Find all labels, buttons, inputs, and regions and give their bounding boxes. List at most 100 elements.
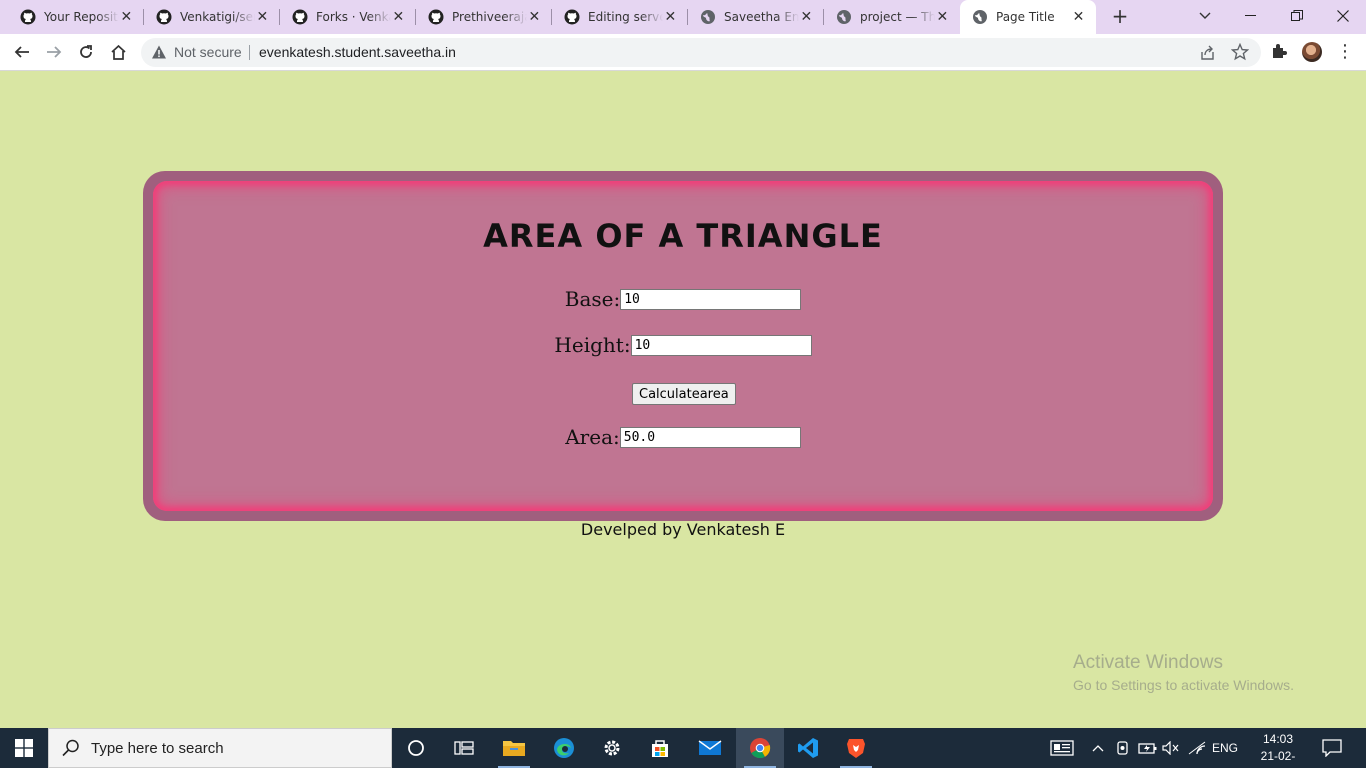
chrome-icon[interactable] bbox=[736, 728, 784, 768]
close-icon[interactable]: ✕ bbox=[255, 9, 270, 25]
search-placeholder: Type here to search bbox=[91, 739, 224, 757]
share-icon[interactable] bbox=[1199, 44, 1216, 61]
minimize-icon bbox=[1245, 15, 1256, 16]
task-view-icon[interactable] bbox=[440, 728, 488, 768]
tab-prethiveerajan[interactable]: Prethiveerajan ✕ bbox=[408, 0, 552, 34]
restore-button[interactable] bbox=[1274, 0, 1320, 32]
calculate-area-button[interactable]: Calculatearea bbox=[632, 383, 736, 405]
chevron-down-icon bbox=[1199, 12, 1211, 19]
tab-search-button[interactable] bbox=[1182, 0, 1228, 32]
brave-icon[interactable] bbox=[832, 728, 880, 768]
tab-title: Saveetha Engineering bbox=[724, 10, 799, 24]
minimize-button[interactable] bbox=[1228, 0, 1274, 32]
vscode-icon[interactable] bbox=[784, 728, 832, 768]
profile-avatar[interactable] bbox=[1302, 42, 1322, 62]
tab-project[interactable]: project — The ✕ bbox=[816, 0, 960, 34]
globe-icon bbox=[972, 9, 988, 25]
taskbar-search-box[interactable]: Type here to search bbox=[48, 728, 392, 768]
tab-title: Prethiveerajan bbox=[452, 10, 527, 24]
cortana-icon[interactable] bbox=[392, 728, 440, 768]
news-widget-icon[interactable] bbox=[1050, 728, 1074, 768]
activate-windows-watermark: Activate Windows Go to Settings to activ… bbox=[1073, 652, 1294, 693]
close-window-button[interactable] bbox=[1320, 0, 1366, 32]
github-icon bbox=[20, 9, 36, 25]
calculator-card: AREA OF A TRIANGLE Base: Height: Calcula… bbox=[143, 171, 1223, 521]
watermark-subtitle: Go to Settings to activate Windows. bbox=[1073, 677, 1294, 693]
windows-taskbar: Type here to search ENG 14:03 21-02- bbox=[0, 728, 1366, 768]
store-icon[interactable] bbox=[636, 728, 684, 768]
github-icon bbox=[292, 9, 308, 25]
home-icon bbox=[110, 44, 126, 60]
area-output[interactable] bbox=[619, 427, 801, 448]
watermark-title: Activate Windows bbox=[1073, 652, 1223, 673]
tab-editing-server[interactable]: Editing server ✕ bbox=[544, 0, 688, 34]
tab-title: Venkatigi/server bbox=[180, 10, 255, 24]
battery-icon[interactable] bbox=[1138, 728, 1158, 768]
close-icon bbox=[1337, 10, 1349, 22]
height-label: Height: bbox=[554, 333, 631, 357]
footer-credit: Develped by Venkatesh E bbox=[580, 520, 786, 539]
edge-icon[interactable] bbox=[540, 728, 588, 768]
security-status[interactable]: Not secure bbox=[174, 44, 242, 60]
forward-button[interactable] bbox=[40, 38, 68, 66]
meet-now-icon[interactable] bbox=[1116, 728, 1130, 768]
tab-title: project — The bbox=[860, 10, 935, 24]
system-clock[interactable]: 14:03 21-02-2022 bbox=[1252, 731, 1304, 768]
warning-icon[interactable] bbox=[151, 44, 167, 60]
github-icon bbox=[564, 9, 580, 25]
back-button[interactable] bbox=[8, 38, 36, 66]
globe-icon bbox=[700, 9, 716, 25]
close-icon[interactable]: ✕ bbox=[935, 9, 950, 25]
tab-saveetha-engineering[interactable]: Saveetha Engineering ✕ bbox=[680, 0, 824, 34]
notifications-icon[interactable] bbox=[1322, 728, 1342, 768]
height-row: Height: bbox=[153, 333, 1213, 357]
tab-title: Forks · Venkatigi bbox=[316, 10, 391, 24]
search-icon bbox=[62, 739, 79, 757]
windows-logo-icon bbox=[15, 739, 33, 757]
kebab-menu-icon[interactable]: ⋮ bbox=[1336, 42, 1354, 62]
bookmark-star-icon[interactable] bbox=[1231, 43, 1249, 61]
settings-icon[interactable] bbox=[588, 728, 636, 768]
arrow-left-icon bbox=[14, 46, 29, 58]
mail-icon[interactable] bbox=[686, 728, 734, 768]
tab-venkatigi-server[interactable]: Venkatigi/server ✕ bbox=[136, 0, 280, 34]
close-icon[interactable]: ✕ bbox=[663, 9, 678, 25]
input-language[interactable]: ENG bbox=[1212, 728, 1238, 768]
close-icon[interactable]: ✕ bbox=[527, 9, 542, 25]
address-bar[interactable]: Not secure evenkatesh.student.saveetha.i… bbox=[141, 38, 1261, 67]
tab-strip: Your Repositories ✕ Venkatigi/server ✕ F… bbox=[0, 0, 1366, 34]
home-button[interactable] bbox=[104, 38, 132, 66]
show-hidden-icons-icon[interactable] bbox=[1092, 728, 1104, 768]
globe-icon bbox=[836, 9, 852, 25]
close-icon[interactable]: ✕ bbox=[391, 9, 406, 25]
close-icon[interactable]: ✕ bbox=[1071, 9, 1086, 25]
reload-icon bbox=[80, 45, 92, 58]
start-button[interactable] bbox=[0, 728, 48, 768]
tab-your-repositories[interactable]: Your Repositories ✕ bbox=[0, 0, 144, 34]
height-input[interactable] bbox=[630, 335, 812, 356]
tab-page-title[interactable]: Page Title ✕ bbox=[960, 0, 1096, 34]
close-icon[interactable]: ✕ bbox=[119, 9, 134, 25]
calculator-card-inner: AREA OF A TRIANGLE Base: Height: Calcula… bbox=[153, 181, 1213, 511]
github-icon bbox=[428, 9, 444, 25]
base-label: Base: bbox=[564, 287, 621, 311]
tab-forks[interactable]: Forks · Venkatigi ✕ bbox=[272, 0, 416, 34]
reload-button[interactable] bbox=[72, 38, 100, 66]
extensions-icon[interactable] bbox=[1270, 42, 1288, 60]
clock-date: 21-02-2022 bbox=[1260, 749, 1296, 768]
base-input[interactable] bbox=[620, 289, 802, 310]
new-tab-button[interactable]: + bbox=[1108, 5, 1132, 29]
github-icon bbox=[156, 9, 172, 25]
close-icon[interactable]: ✕ bbox=[799, 9, 814, 25]
wifi-icon[interactable] bbox=[1188, 728, 1206, 768]
browser-toolbar: Not secure evenkatesh.student.saveetha.i… bbox=[0, 34, 1366, 71]
area-label: Area: bbox=[565, 425, 620, 449]
file-explorer-icon[interactable] bbox=[490, 728, 538, 768]
speaker-muted-icon[interactable] bbox=[1162, 728, 1180, 768]
page-heading: AREA OF A TRIANGLE bbox=[483, 217, 883, 255]
omnibox-divider bbox=[249, 45, 250, 60]
area-row: Area: bbox=[153, 425, 1213, 449]
clock-time: 14:03 bbox=[1262, 732, 1294, 746]
base-row: Base: bbox=[153, 287, 1213, 311]
url-text[interactable]: evenkatesh.student.saveetha.in bbox=[259, 44, 456, 60]
